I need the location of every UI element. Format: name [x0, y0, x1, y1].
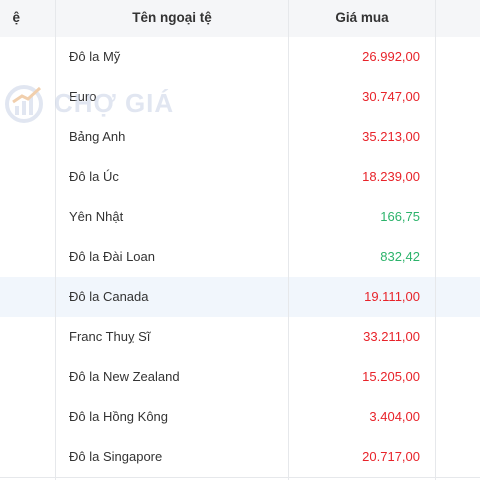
header-currency-code[interactable]: ệ	[0, 0, 22, 37]
table-row[interactable]: Đô la Hồng Kông 3.404,00	[0, 397, 480, 438]
table-row[interactable]: Yên Nhật 166,75	[0, 197, 480, 238]
buy-price-cell: 33.211,00	[363, 329, 420, 344]
table-row[interactable]: Đô la Đài Loan 832,42	[0, 237, 480, 278]
header-buy-price[interactable]: Giá mua	[289, 0, 435, 37]
buy-price-cell: 26.992,00	[362, 49, 420, 64]
table-row[interactable]: Euro 30.747,00	[0, 77, 480, 118]
currency-name-cell: Đô la Singapore	[69, 449, 163, 464]
buy-price-cell: 832,42	[380, 249, 420, 264]
table-row[interactable]: Franc Thuỵ Sĩ 33.211,00	[0, 317, 480, 358]
column-divider	[55, 0, 56, 480]
buy-price-cell: 19.111,00	[364, 289, 420, 304]
currency-name-cell: Đô la Đài Loan	[69, 249, 155, 264]
buy-price-cell: 35.213,00	[362, 129, 420, 144]
header-currency-name[interactable]: Tên ngoại tệ	[56, 0, 288, 37]
table-row[interactable]: Đô la Canada 19.111,00	[0, 277, 480, 318]
column-divider	[288, 0, 289, 480]
currency-name-cell: Euro	[69, 89, 97, 104]
table-row[interactable]: Đô la Singapore 20.717,00	[0, 437, 480, 478]
buy-price-cell: 18.239,00	[362, 169, 420, 184]
table-header: ệ Tên ngoại tệ Giá mua	[0, 0, 480, 38]
buy-price-cell: 166,75	[380, 209, 420, 224]
buy-price-cell: 15.205,00	[362, 369, 420, 384]
column-divider	[435, 0, 436, 480]
currency-name-cell: Đô la Úc	[69, 169, 119, 184]
table-row[interactable]: Đô la Mỹ 26.992,00	[0, 37, 480, 78]
table-row[interactable]: Bảng Anh 35.213,00	[0, 117, 480, 158]
buy-price-cell: 20.717,00	[362, 449, 420, 464]
exchange-rate-table: ệ Tên ngoại tệ Giá mua Đô la Mỹ 26.992,00…	[0, 0, 480, 480]
currency-name-cell: Yên Nhật	[69, 209, 124, 224]
currency-name-cell: Đô la Hồng Kông	[69, 409, 169, 424]
currency-name-cell: Đô la New Zealand	[69, 369, 180, 384]
buy-price-cell: 3.404,00	[369, 409, 420, 424]
table-row[interactable]: Đô la New Zealand 15.205,00	[0, 357, 480, 398]
table-row[interactable]: Đô la Úc 18.239,00	[0, 157, 480, 198]
currency-name-cell: Bảng Anh	[69, 129, 126, 144]
currency-name-cell: Đô la Mỹ	[69, 49, 121, 64]
buy-price-cell: 30.747,00	[362, 89, 420, 104]
currency-name-cell: Đô la Canada	[69, 289, 149, 304]
currency-name-cell: Franc Thuỵ Sĩ	[69, 329, 151, 344]
